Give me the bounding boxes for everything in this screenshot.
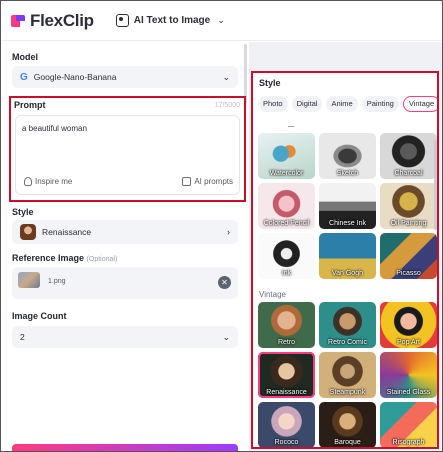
style-select[interactable]: Renaissance › xyxy=(12,220,238,244)
tab-painting[interactable]: Painting xyxy=(361,96,399,112)
style-card-ink[interactable]: Ink xyxy=(258,233,315,279)
style-card-label: Renaissance xyxy=(266,389,307,396)
model-select[interactable]: G Google-Nano-Banana ⌄ xyxy=(12,66,238,88)
style-card-label: Van Gogh xyxy=(331,270,363,277)
style-card-colored-pencil[interactable]: Colored Pencil xyxy=(258,183,315,229)
style-card-risograph[interactable]: Risograph xyxy=(380,402,437,447)
prompt-text: a beautiful woman xyxy=(22,124,87,133)
tab-vintage[interactable]: Vintage xyxy=(402,96,437,112)
inspire-me-button[interactable]: Inspire me xyxy=(24,177,72,186)
style-card-label: Stained Glass xyxy=(386,389,431,396)
reference-image-label: Reference Image (Optional) xyxy=(12,253,117,263)
style-card-pop-art[interactable]: Pop Art xyxy=(380,302,437,348)
chevron-down-icon: ⌄ xyxy=(222,331,230,342)
settings-panel: Model G Google-Nano-Banana ⌄ Prompt 17/5… xyxy=(1,42,248,452)
ai-prompts-icon xyxy=(182,177,192,186)
reference-file-name: 1.png xyxy=(48,278,66,285)
image-count-value: 2 xyxy=(20,332,25,342)
style-card-van-gogh[interactable]: Van Gogh xyxy=(319,233,376,279)
style-card-label: Colored Pencil xyxy=(263,220,310,227)
style-card-baroque[interactable]: Baroque xyxy=(319,402,376,447)
image-icon xyxy=(115,14,129,27)
logo-icon xyxy=(11,13,27,29)
prompt-char-counter: 17/5000 xyxy=(214,102,240,109)
reference-image-slot[interactable]: 1.png ✕ xyxy=(12,267,238,299)
style-card-label: Sketch xyxy=(336,170,359,177)
model-label: Model xyxy=(12,52,38,62)
style-card-label: Steampunk xyxy=(329,389,366,396)
left-scrollbar[interactable] xyxy=(244,44,247,104)
style-label: Style xyxy=(12,207,34,217)
tab-digital[interactable]: Digital xyxy=(291,96,323,112)
style-thumbnail xyxy=(20,224,36,240)
image-count-select[interactable]: 2 ⌄ xyxy=(12,326,238,348)
style-card-retro[interactable]: Retro xyxy=(258,302,315,348)
painting-style-grid: Watercolor Sketch Charcoal Colored Pencil Ch… xyxy=(258,133,437,279)
google-icon: G xyxy=(20,71,28,83)
inspire-me-label: Inspire me xyxy=(35,177,73,186)
style-card-steampunk[interactable]: Steampunk xyxy=(319,352,376,398)
chevron-right-icon: › xyxy=(227,227,230,237)
divider xyxy=(288,126,294,127)
top-bar: FlexClip AI Text to Image ⌄ xyxy=(1,1,442,41)
style-card-label: Chinese Ink xyxy=(329,220,366,227)
style-card-picasso[interactable]: Picasso xyxy=(380,233,437,279)
style-card-retro-comic[interactable]: Retro Comic xyxy=(319,302,376,348)
lightbulb-icon xyxy=(24,177,32,186)
tool-switcher[interactable]: AI Text to Image ⌄ xyxy=(115,14,225,27)
model-value: Google-Nano-Banana xyxy=(33,72,117,82)
prompt-section: Prompt 17/5000 a beautiful woman Inspire… xyxy=(9,96,246,202)
optional-tag: (Optional) xyxy=(86,256,118,263)
style-card-charcoal[interactable]: Charcoal xyxy=(380,133,437,179)
reference-image-title: Reference Image xyxy=(12,253,85,263)
flexclip-logo[interactable]: FlexClip xyxy=(11,11,94,31)
style-card-watercolor[interactable]: Watercolor xyxy=(258,133,315,179)
style-card-label: Risograph xyxy=(392,439,425,446)
reference-thumbnail xyxy=(18,272,40,288)
style-card-label: Retro xyxy=(277,339,296,346)
style-card-label: Retro Comic xyxy=(328,339,367,346)
style-picker-panel: Style Photo Digital Anime Painting Vintage W… xyxy=(251,71,439,449)
tab-anime[interactable]: Anime xyxy=(326,96,358,112)
chevron-down-icon: ⌄ xyxy=(222,71,230,82)
image-count-label: Image Count xyxy=(12,311,67,321)
style-card-rococo[interactable]: Rococo xyxy=(258,402,315,447)
tab-photo[interactable]: Photo xyxy=(258,96,288,112)
ai-prompts-button[interactable]: AI prompts xyxy=(182,177,233,186)
prompt-textarea[interactable]: a beautiful woman Inspire me AI prompts xyxy=(15,115,240,195)
vintage-style-grid: Retro Retro Comic Pop Art Renaissance Steamp… xyxy=(258,302,437,447)
style-card-label: Pop Art xyxy=(397,339,420,346)
style-card-label: Ink xyxy=(281,270,292,277)
style-card-label: Picasso xyxy=(396,270,421,277)
chevron-down-icon: ⌄ xyxy=(217,15,225,25)
ai-prompts-label: AI prompts xyxy=(194,177,233,186)
style-card-label: Rococo xyxy=(274,439,299,446)
style-card-oil-painting[interactable]: Oil Painting xyxy=(380,183,437,229)
style-category-tabs: Photo Digital Anime Painting Vintage xyxy=(258,96,437,112)
style-card-stained-glass[interactable]: Stained Glass xyxy=(380,352,437,398)
prompt-label: Prompt xyxy=(14,100,46,110)
vintage-section-label: Vintage xyxy=(259,290,286,299)
logo-text: FlexClip xyxy=(30,10,94,30)
generate-button[interactable] xyxy=(12,444,238,452)
style-card-label: Charcoal xyxy=(394,170,423,177)
style-card-label: Oil Painting xyxy=(390,220,427,227)
style-picker-title: Style xyxy=(259,78,281,88)
remove-reference-button[interactable]: ✕ xyxy=(218,276,231,289)
style-card-sketch[interactable]: Sketch xyxy=(319,133,376,179)
style-panel-scrollbar[interactable] xyxy=(434,140,437,230)
style-card-renaissance[interactable]: Renaissance xyxy=(258,352,315,398)
style-value: Renaissance xyxy=(42,227,92,237)
style-card-label: Baroque xyxy=(334,439,361,446)
style-card-chinese-ink[interactable]: Chinese Ink xyxy=(319,183,376,229)
tool-label: AI Text to Image xyxy=(133,15,211,26)
style-card-label: Watercolor xyxy=(269,170,304,177)
